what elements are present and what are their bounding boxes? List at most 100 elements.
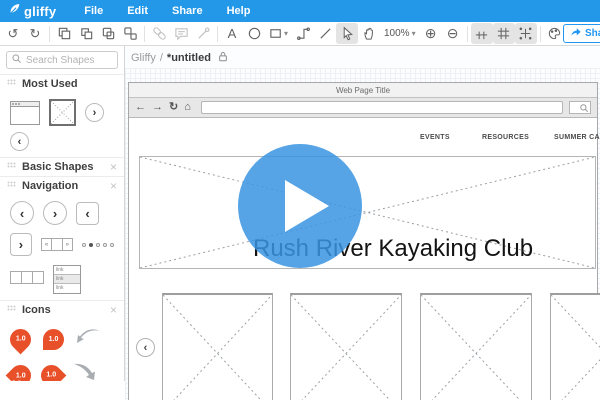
pager-next-icon: » bbox=[65, 241, 69, 248]
search-icon bbox=[11, 51, 22, 69]
wireframe-card-placeholder bbox=[290, 293, 402, 400]
shape-image-placeholder[interactable] bbox=[49, 99, 76, 126]
wireframe-browser-toolbar: ← → ↻ ⌂ bbox=[129, 98, 597, 118]
pin-label: 1.0 bbox=[48, 336, 59, 343]
shape-square-back-button[interactable]: ‹ bbox=[76, 201, 99, 225]
logo-text: gliffy bbox=[24, 3, 57, 19]
shape-browser-window[interactable] bbox=[10, 100, 40, 125]
section-label: Basic Shapes bbox=[22, 161, 94, 173]
rectangle-tool-button[interactable]: ▾ bbox=[265, 23, 292, 44]
pan-tool-button[interactable] bbox=[358, 23, 380, 44]
section-navigation[interactable]: Navigation × bbox=[0, 176, 124, 195]
toolbar-divider bbox=[144, 25, 145, 42]
more-shapes-label: More Shapes bbox=[0, 379, 77, 382]
zoom-in-button[interactable]: ⊕ bbox=[420, 23, 442, 44]
shape-library-sidebar: Search Shapes Most Used › ‹ Basic Shapes… bbox=[0, 46, 125, 381]
grid-lines-button[interactable] bbox=[492, 23, 515, 44]
line-tool-button[interactable] bbox=[314, 23, 336, 44]
menu-edit[interactable]: Edit bbox=[127, 5, 148, 17]
link-item: link bbox=[54, 266, 80, 275]
curved-arrow-left-icon[interactable] bbox=[76, 327, 102, 352]
menu-file[interactable]: File bbox=[84, 5, 103, 17]
shape-prev-button[interactable]: ‹ bbox=[10, 132, 29, 151]
navigation-shapes-row2: › «» bbox=[0, 231, 124, 262]
lock-icon[interactable] bbox=[218, 51, 228, 65]
toolbar-divider bbox=[466, 25, 468, 42]
shape-square-forward-button[interactable]: › bbox=[10, 233, 32, 256]
play-triangle-icon bbox=[285, 180, 329, 232]
zoom-out-button[interactable]: ⊖ bbox=[442, 23, 464, 44]
icons-shapes-row1: 1.0 1.0 bbox=[0, 319, 124, 358]
video-play-button[interactable] bbox=[238, 144, 362, 268]
refresh-icon: ↻ bbox=[169, 101, 179, 113]
section-most-used[interactable]: Most Used bbox=[0, 74, 124, 93]
link-button[interactable] bbox=[148, 23, 170, 44]
connector-tool-button[interactable] bbox=[292, 23, 314, 44]
menu-help[interactable]: Help bbox=[227, 5, 251, 17]
share-arrow-icon bbox=[570, 26, 582, 41]
shape-paginator[interactable]: «» bbox=[40, 238, 73, 251]
breadcrumb: Gliffy / *untitled bbox=[131, 51, 228, 65]
drag-handle-icon[interactable] bbox=[7, 75, 16, 93]
wireframe-card-placeholder bbox=[420, 293, 532, 400]
section-label: Navigation bbox=[22, 180, 79, 192]
shape-segmented-control[interactable] bbox=[10, 271, 44, 284]
duplicate-button[interactable] bbox=[53, 23, 75, 44]
copy-style-button[interactable] bbox=[75, 23, 97, 44]
toolbar-divider bbox=[539, 25, 541, 42]
ellipse-tool-button[interactable] bbox=[243, 23, 265, 44]
shape-circle-back-button[interactable]: ‹ bbox=[10, 201, 34, 225]
close-icon[interactable]: × bbox=[110, 180, 117, 192]
undo-button[interactable]: ↺ bbox=[2, 23, 24, 44]
close-icon[interactable]: × bbox=[110, 304, 117, 316]
link-item: link bbox=[54, 275, 80, 284]
text-tool-button[interactable]: A bbox=[221, 23, 243, 44]
document-title[interactable]: *untitled bbox=[167, 52, 211, 64]
drag-handle-icon[interactable] bbox=[7, 301, 16, 319]
forward-arrow-icon: → bbox=[152, 101, 163, 113]
shape-circle-forward-button[interactable]: › bbox=[43, 201, 67, 225]
grid-toggle-button[interactable] bbox=[470, 23, 493, 44]
shape-carousel-dots[interactable] bbox=[82, 242, 114, 247]
zoom-level-value: 100% bbox=[384, 28, 410, 39]
section-label: Icons bbox=[22, 304, 51, 316]
home-icon: ⌂ bbox=[184, 101, 191, 113]
shape-next-button[interactable]: › bbox=[85, 103, 104, 122]
menu-share[interactable]: Share bbox=[172, 5, 203, 17]
select-tool-button[interactable] bbox=[336, 23, 358, 44]
gliffy-logo[interactable]: gliffy bbox=[0, 2, 66, 21]
group-button[interactable] bbox=[97, 23, 119, 44]
breadcrumb-app[interactable]: Gliffy bbox=[131, 52, 156, 64]
menu: File Edit Share Help bbox=[84, 5, 250, 17]
drag-handle-icon[interactable] bbox=[7, 177, 16, 195]
shape-map-pin-corner[interactable]: 1.0 bbox=[43, 329, 64, 350]
section-label: Most Used bbox=[22, 78, 78, 90]
close-icon[interactable]: × bbox=[110, 161, 117, 173]
search-placeholder: Search Shapes bbox=[26, 54, 95, 66]
snap-to-grid-button[interactable] bbox=[514, 23, 537, 44]
zoom-level-dropdown[interactable]: 100% ▾ bbox=[380, 28, 420, 39]
ungroup-button[interactable] bbox=[119, 23, 141, 44]
diagram-canvas[interactable]: Gliffy / *untitled Web Page Title ← → ↻ … bbox=[125, 46, 600, 400]
quill-icon bbox=[8, 2, 21, 21]
wireframe-nav-link: RESOURCES bbox=[482, 134, 530, 141]
shape-map-pin-down[interactable]: 1.0 bbox=[5, 324, 36, 355]
share-button[interactable]: Share bbox=[563, 24, 600, 43]
most-used-shapes-row2: ‹ bbox=[0, 132, 124, 157]
section-icons[interactable]: Icons × bbox=[0, 300, 124, 319]
wireframe-card-placeholder bbox=[162, 293, 273, 400]
link-item: link bbox=[56, 285, 64, 291]
search-input[interactable]: Search Shapes bbox=[6, 51, 118, 69]
comment-button[interactable] bbox=[170, 23, 192, 44]
redo-button[interactable]: ↻ bbox=[24, 23, 46, 44]
caret-down-icon: ▾ bbox=[411, 29, 416, 38]
pin-label: 1.0 bbox=[15, 336, 26, 344]
toolbar-divider bbox=[217, 25, 218, 42]
share-label: Share bbox=[585, 28, 600, 39]
drag-handle-icon[interactable] bbox=[7, 158, 16, 176]
shape-link-list[interactable]: link link link bbox=[53, 265, 81, 294]
format-painter-button[interactable] bbox=[192, 23, 214, 44]
section-basic-shapes[interactable]: Basic Shapes × bbox=[0, 157, 124, 176]
wireframe-window-title: Web Page Title bbox=[129, 83, 597, 98]
gliffy-editor: gliffy File Edit Share Help ↺ ↻ A ▾ 100%… bbox=[0, 0, 600, 400]
